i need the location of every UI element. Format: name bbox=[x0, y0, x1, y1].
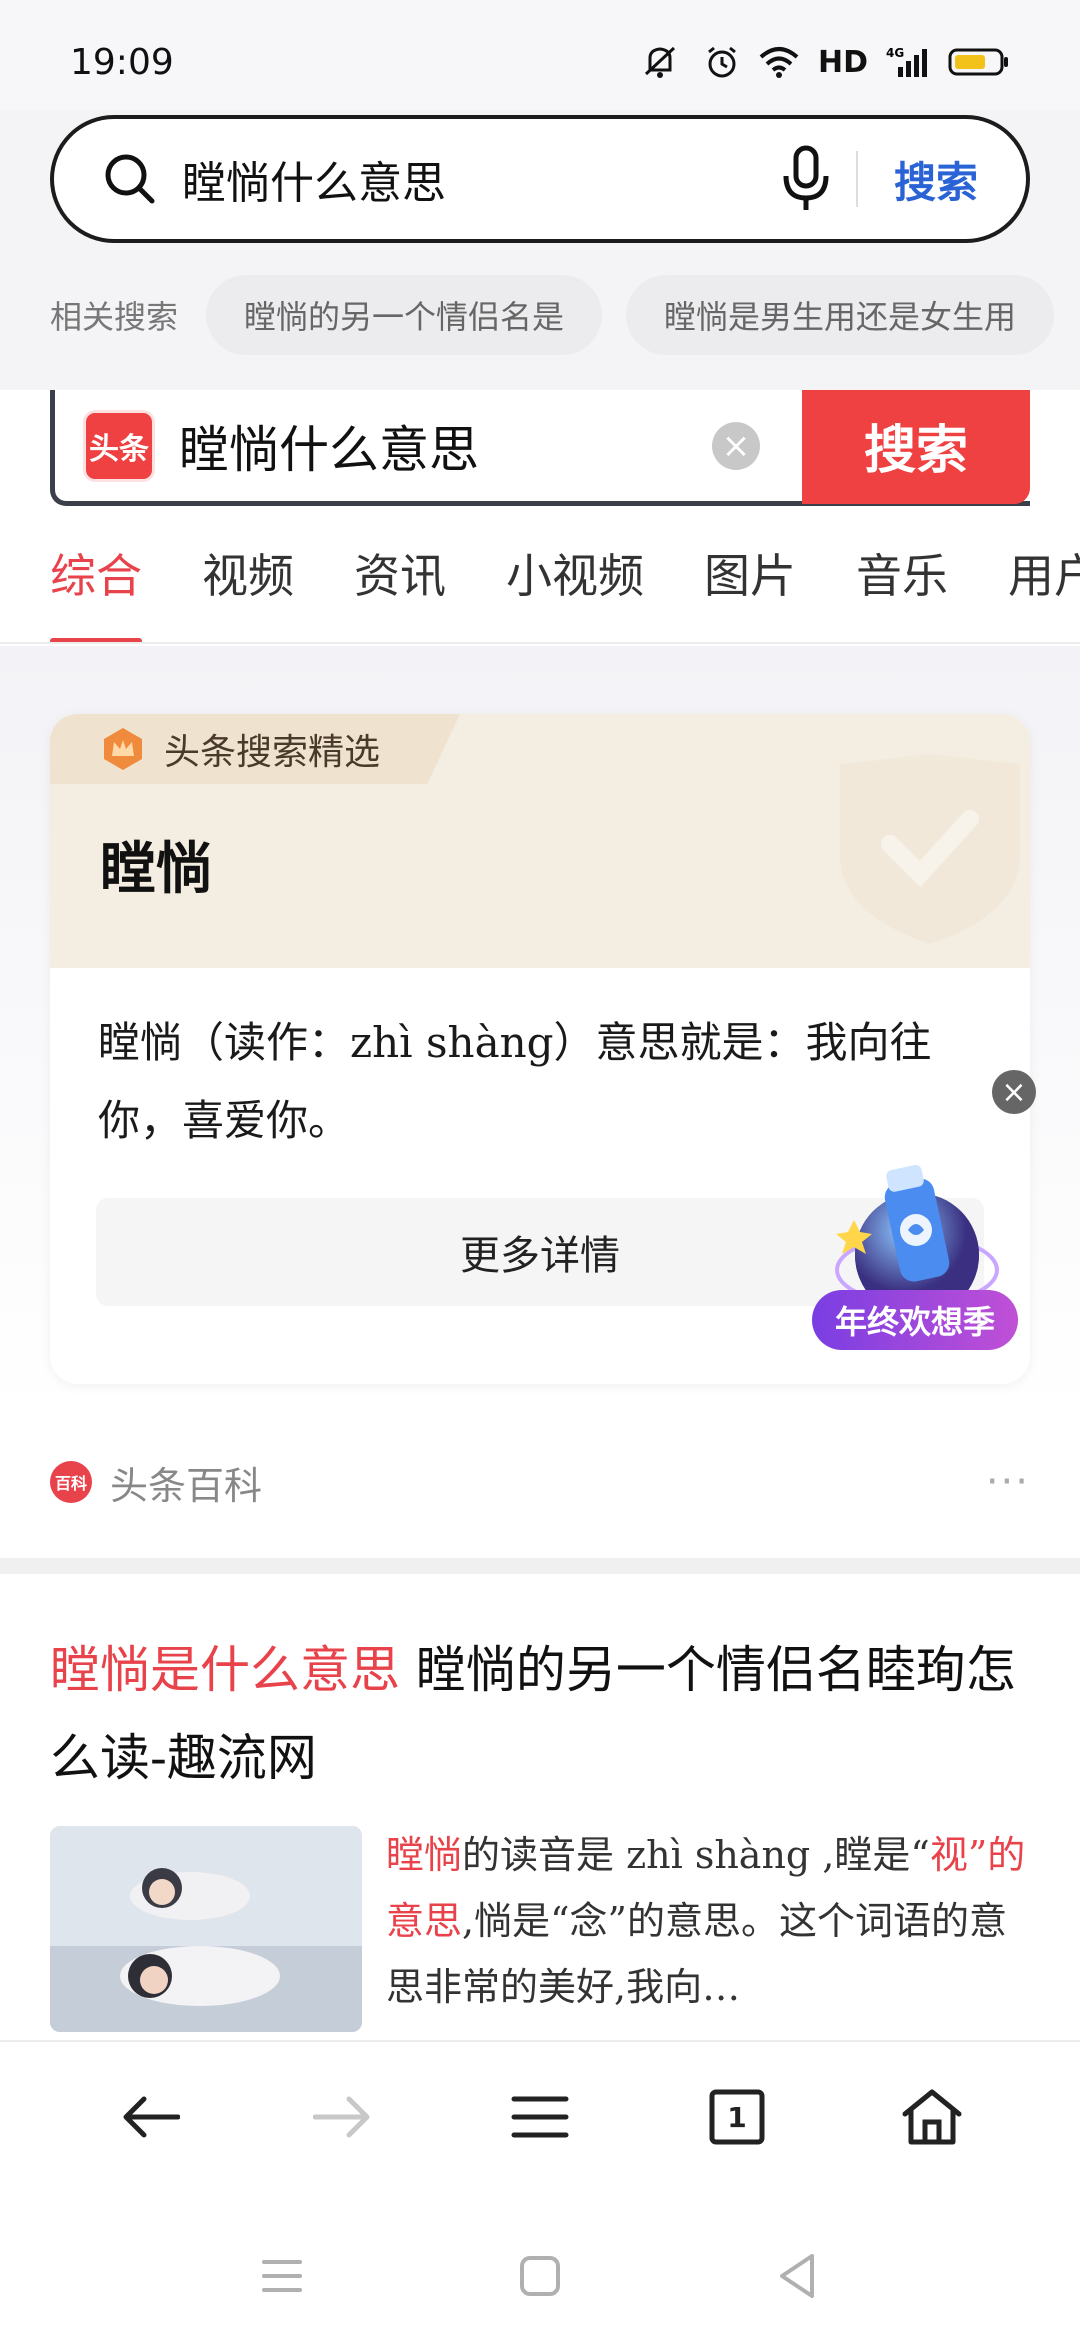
recent-apps-icon[interactable] bbox=[252, 2246, 312, 2306]
snippet-highlight: 瞠惝 bbox=[386, 1833, 463, 1877]
browser-bottom-nav: 1 bbox=[0, 2040, 1080, 2180]
card-definition: 瞠惝（读作：zhì shàng）意思就是：我向往你，喜爱你。 bbox=[98, 1018, 932, 1145]
signal-icon: 4G bbox=[886, 46, 927, 77]
tabs-button[interactable]: 1 bbox=[702, 2082, 772, 2152]
crown-badge-icon bbox=[104, 728, 142, 770]
svg-text:4G: 4G bbox=[886, 46, 904, 60]
tab-users[interactable]: 用户 bbox=[1008, 540, 1080, 642]
source-row: 百科 头条百科 ··· bbox=[50, 1452, 1030, 1512]
related-chip[interactable]: 瞠惝的另一个情侣名是 bbox=[206, 275, 603, 355]
tab-news[interactable]: 资讯 bbox=[354, 540, 446, 642]
tab-short-video[interactable]: 小视频 bbox=[506, 540, 644, 642]
related-searches: 相关搜索 瞠惝的另一个情侣名是 瞠惝是男生用还是女生用 bbox=[0, 270, 1080, 360]
alarm-icon bbox=[708, 46, 736, 78]
home-icon bbox=[902, 2089, 962, 2145]
web-page: 头条 瞠惝什么意思 × 搜索 综合 视频 资讯 小视频 图片 音乐 用户 头条搜… bbox=[0, 390, 1080, 2040]
status-bar: 19:09 HD 4G bbox=[0, 0, 1080, 110]
result-title-highlight: 瞠惝是什么意思 bbox=[50, 1641, 400, 1699]
result-title-link[interactable]: 瞠惝是什么意思 瞠惝的另一个情侣名睦珣怎么读-趣流网 bbox=[50, 1626, 1030, 1802]
tab-video[interactable]: 视频 bbox=[202, 540, 294, 642]
promo-label[interactable]: 年终欢想季 bbox=[812, 1290, 1018, 1350]
result-thumbnail[interactable] bbox=[50, 1826, 362, 2032]
status-time: 19:09 bbox=[70, 42, 174, 83]
toutiao-search-bar[interactable]: 头条 瞠惝什么意思 × 搜索 bbox=[50, 390, 1030, 506]
toutiao-logo-icon: 头条 bbox=[83, 409, 155, 482]
tab-images[interactable]: 图片 bbox=[704, 540, 796, 642]
promo-close-icon[interactable]: × bbox=[992, 1070, 1036, 1114]
tab-all[interactable]: 综合 bbox=[50, 540, 142, 642]
related-label: 相关搜索 bbox=[50, 298, 179, 336]
forward-button[interactable] bbox=[308, 2082, 378, 2152]
related-chip[interactable]: 瞠惝是男生用还是女生用 bbox=[626, 275, 1055, 355]
search-icon bbox=[105, 154, 155, 204]
wifi-icon bbox=[759, 47, 799, 78]
result-tabs: 综合 视频 资讯 小视频 图片 音乐 用户 bbox=[0, 540, 1080, 644]
mute-icon bbox=[644, 46, 676, 78]
tab-count: 1 bbox=[727, 2100, 747, 2134]
more-options-icon[interactable]: ··· bbox=[986, 1459, 1030, 1505]
result-snippet: 瞠惝的读音是 zhì shàng ,瞠是“视”的意思,惝是“念”的意思。这个词语… bbox=[386, 1822, 1036, 2020]
baike-icon: 百科 bbox=[50, 1461, 92, 1503]
clear-icon[interactable]: × bbox=[712, 421, 760, 470]
back-button[interactable] bbox=[115, 2082, 185, 2152]
tab-music[interactable]: 音乐 bbox=[856, 540, 948, 642]
section-divider bbox=[0, 1558, 1080, 1574]
back-nav-icon[interactable] bbox=[768, 2246, 828, 2306]
card-tag-text: 头条搜索精选 bbox=[164, 732, 381, 773]
browser-search-bar[interactable]: 瞠惝什么意思 搜索 bbox=[50, 115, 1030, 243]
status-icons: HD 4G bbox=[642, 44, 1010, 80]
forward-arrow-icon bbox=[313, 2096, 370, 2138]
card-title: 瞠惝 bbox=[100, 836, 212, 902]
snippet-text: 的读音是 zhì shàng ,瞠是“ bbox=[462, 1833, 930, 1877]
snippet-text: ,惝是“念”的意思。这个词语的意思非常的美好,我向… bbox=[386, 1899, 1007, 2009]
toutiao-search-input[interactable]: 瞠惝什么意思 bbox=[179, 410, 712, 482]
back-arrow-icon bbox=[123, 2096, 180, 2138]
microphone-icon[interactable] bbox=[776, 144, 836, 214]
source-name: 头条百科 bbox=[110, 1463, 263, 1508]
search-divider bbox=[855, 151, 858, 207]
battery-icon bbox=[948, 48, 1008, 76]
home-nav-icon[interactable] bbox=[510, 2246, 570, 2306]
home-button[interactable] bbox=[897, 2082, 967, 2152]
search-button[interactable]: 搜索 bbox=[894, 149, 978, 210]
search-input[interactable]: 瞠惝什么意思 bbox=[182, 147, 776, 211]
toutiao-search-button[interactable]: 搜索 bbox=[802, 390, 1030, 504]
network-label: HD bbox=[817, 44, 868, 80]
menu-icon bbox=[511, 2096, 569, 2138]
menu-button[interactable] bbox=[505, 2082, 575, 2152]
shield-check-icon bbox=[840, 754, 1020, 944]
card-tag: 头条搜索精选 bbox=[50, 714, 461, 784]
card-header: 头条搜索精选 瞠惝 bbox=[50, 714, 1030, 968]
system-nav-bar bbox=[0, 2180, 1080, 2340]
